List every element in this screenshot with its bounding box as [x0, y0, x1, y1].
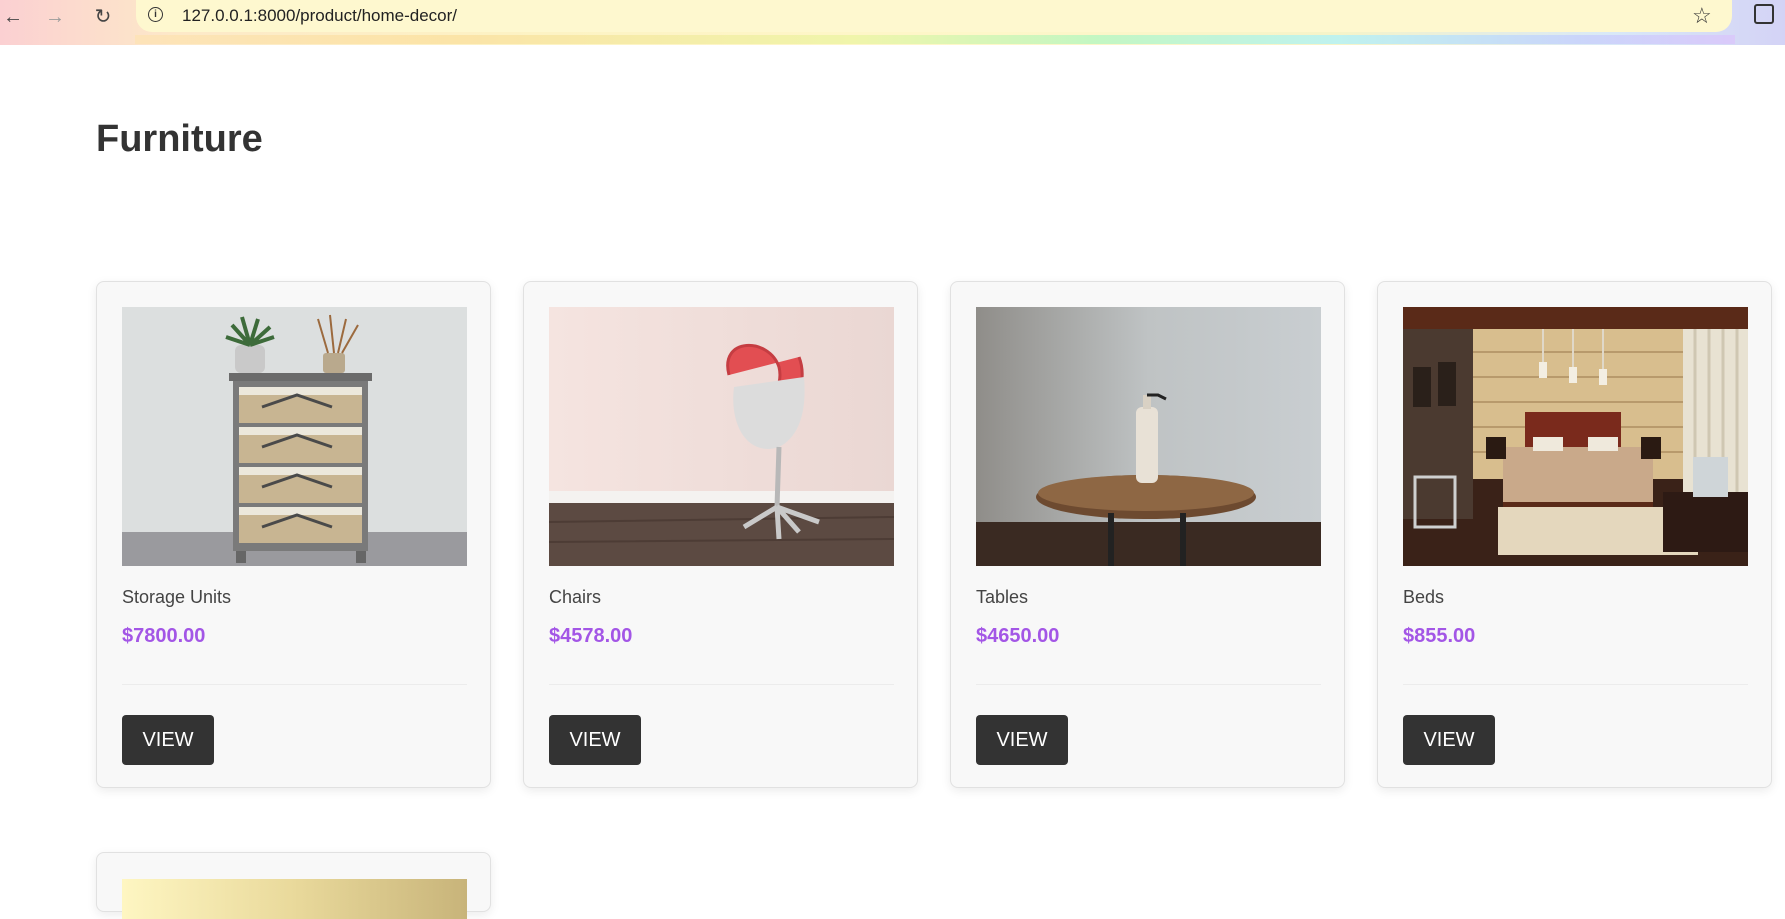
view-button[interactable]: VIEW	[549, 715, 641, 765]
card-divider	[976, 684, 1321, 685]
star-icon[interactable]: ☆	[1692, 3, 1712, 29]
product-price: $4650.00	[976, 625, 1060, 647]
toolbar-gradient-strip	[135, 35, 1735, 44]
product-card: Chairs $4578.00 VIEW	[523, 281, 918, 788]
product-price: $7800.00	[122, 625, 206, 647]
view-button[interactable]: VIEW	[976, 715, 1068, 765]
product-price: $4578.00	[549, 625, 633, 647]
product-card	[96, 852, 491, 919]
product-name: Tables	[976, 587, 1029, 607]
product-name: Storage Units	[122, 587, 232, 607]
product-image-storage-units[interactable]	[122, 307, 467, 566]
product-card: Storage Units $7800.00 VIEW	[96, 281, 491, 788]
view-button[interactable]: VIEW	[122, 715, 214, 765]
product-price: $855.00	[1403, 625, 1476, 647]
card-divider	[549, 684, 894, 685]
card-divider	[1403, 684, 1748, 685]
product-name: Chairs	[549, 587, 602, 607]
product-card: Beds $855.00 VIEW	[1377, 281, 1772, 788]
product-image-chairs[interactable]	[549, 307, 894, 566]
page-title: Furniture	[96, 118, 263, 160]
product-image-beds[interactable]	[1403, 307, 1748, 566]
extensions-icon[interactable]	[1754, 4, 1774, 24]
product-image[interactable]	[122, 879, 467, 919]
browser-toolbar: ← → ↻ i 127.0.0.1:8000/product/home-deco…	[0, 0, 1785, 45]
info-icon[interactable]: i	[148, 7, 163, 22]
product-image-tables[interactable]	[976, 307, 1321, 566]
card-divider	[122, 684, 467, 685]
url-text[interactable]: 127.0.0.1:8000/product/home-decor/	[182, 6, 457, 26]
back-arrow-icon[interactable]: ←	[2, 6, 24, 28]
view-button[interactable]: VIEW	[1403, 715, 1495, 765]
product-name: Beds	[1403, 587, 1445, 607]
product-card: Tables $4650.00 VIEW	[950, 281, 1345, 788]
reload-icon[interactable]: ↻	[92, 6, 114, 28]
forward-arrow-icon[interactable]: →	[44, 6, 66, 28]
